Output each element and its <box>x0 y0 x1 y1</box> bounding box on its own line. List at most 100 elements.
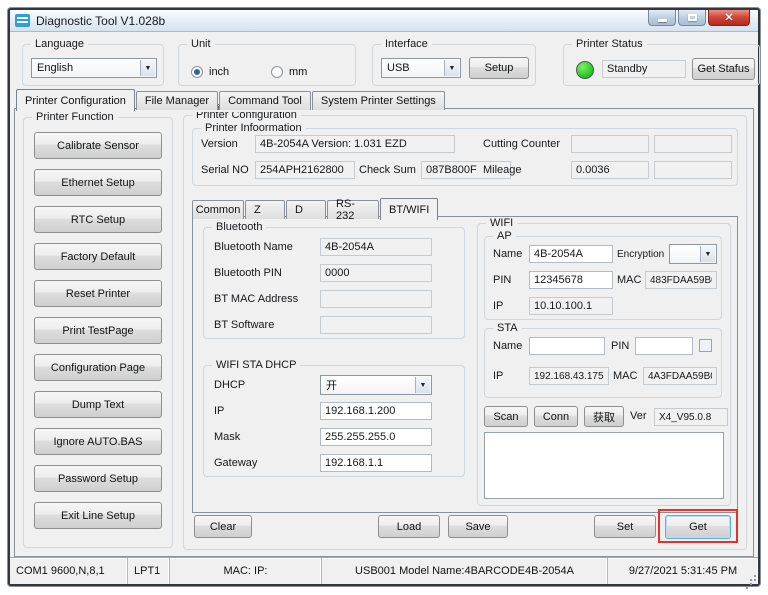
tab-file-manager[interactable]: File Manager <box>136 91 218 110</box>
dhcp-ip-label: IP <box>214 402 224 420</box>
bt-software-field[interactable] <box>320 316 432 334</box>
wifi-scan-list[interactable] <box>484 432 724 499</box>
sta-ip-field[interactable] <box>529 367 609 385</box>
close-icon: ✕ <box>724 11 733 25</box>
get-status-button[interactable]: Get Stafus <box>692 58 755 80</box>
print-testpage-button[interactable]: Print TestPage <box>34 317 162 344</box>
clear-button[interactable]: Clear <box>194 515 252 538</box>
tab-z[interactable]: Z <box>245 200 285 219</box>
calibrate-sensor-button[interactable]: Calibrate Sensor <box>34 132 162 159</box>
main-tab-strip: Printer Configuration File Manager Comma… <box>16 89 446 110</box>
encryption-select[interactable]: ▼ <box>669 244 717 264</box>
mileage-field-2[interactable] <box>654 161 732 179</box>
ap-mac-label: MAC <box>617 271 641 289</box>
close-button[interactable]: ✕ <box>708 10 750 26</box>
configuration-page-button[interactable]: Configuration Page <box>34 354 162 381</box>
obtain-button[interactable]: 获取 <box>584 406 624 427</box>
save-button[interactable]: Save <box>448 515 508 538</box>
status-led-icon <box>576 61 594 79</box>
sta-pin-field[interactable] <box>635 337 693 355</box>
tab-printer-configuration[interactable]: Printer Configuration <box>16 89 135 111</box>
bluetooth-group-label: Bluetooth <box>212 221 266 233</box>
bt-wifi-panel: Bluetooth Bluetooth Name Bluetooth PIN B… <box>192 216 738 513</box>
conn-button[interactable]: Conn <box>534 406 578 427</box>
tab-bt-wifi[interactable]: BT/WIFI <box>380 198 438 220</box>
printer-function-buttons: Calibrate Sensor Ethernet Setup RTC Setu… <box>34 132 162 541</box>
language-select[interactable]: English ▼ <box>31 58 157 78</box>
sta-pin-label: PIN <box>611 337 629 355</box>
mileage-label: Mileage <box>483 161 522 179</box>
password-setup-button[interactable]: Password Setup <box>34 465 162 492</box>
dhcp-select[interactable]: 开 ▼ <box>320 375 432 395</box>
bt-mac-address-field[interactable] <box>320 290 432 308</box>
language-value: English <box>37 62 73 74</box>
unit-inch-radio[interactable] <box>191 66 203 78</box>
load-button[interactable]: Load <box>378 515 440 538</box>
bluetooth-pin-label: Bluetooth PIN <box>214 264 282 282</box>
serial-no-field[interactable] <box>255 161 355 179</box>
dhcp-label: DHCP <box>214 376 245 394</box>
cutting-counter-field-2[interactable] <box>654 135 732 153</box>
sta-name-label: Name <box>493 337 522 355</box>
bluetooth-group: Bluetooth Bluetooth Name Bluetooth PIN B… <box>203 227 465 339</box>
tab-d[interactable]: D <box>286 200 326 219</box>
version-field[interactable] <box>255 135 455 153</box>
interface-select[interactable]: USB ▼ <box>381 58 461 78</box>
mask-label: Mask <box>214 428 240 446</box>
ap-mac-field[interactable] <box>645 271 717 289</box>
interface-value: USB <box>387 62 410 74</box>
cutting-counter-label: Cutting Counter <box>483 135 560 153</box>
ap-ip-field[interactable] <box>529 297 613 315</box>
tab-rs232[interactable]: RS-232 <box>327 200 379 219</box>
statusbar-mac-ip: MAC: IP: <box>170 558 322 584</box>
resize-grip-icon[interactable] <box>747 572 756 581</box>
gateway-field[interactable] <box>320 454 432 472</box>
mask-field[interactable] <box>320 428 432 446</box>
unit-mm-label: mm <box>289 63 307 81</box>
ignore-autobas-button[interactable]: Ignore AUTO.BAS <box>34 428 162 455</box>
sta-mac-label: MAC <box>613 367 637 385</box>
wifi-sta-dhcp-group: WIFI STA DHCP DHCP 开 ▼ IP Mask Gateway <box>203 365 465 477</box>
tab-common[interactable]: Common <box>192 200 244 219</box>
reset-printer-button[interactable]: Reset Printer <box>34 280 162 307</box>
setup-button[interactable]: Setup <box>469 57 529 79</box>
ap-pin-label: PIN <box>493 271 511 289</box>
statusbar-com-port: COM1 9600,N,8,1 <box>10 558 128 584</box>
wifi-sta-label: STA <box>493 322 522 334</box>
maximize-button[interactable] <box>678 10 706 26</box>
factory-default-button[interactable]: Factory Default <box>34 243 162 270</box>
sta-pin-checkbox[interactable] <box>699 339 712 352</box>
ap-name-field[interactable] <box>529 245 613 263</box>
sta-mac-field[interactable] <box>643 367 717 385</box>
exit-line-setup-button[interactable]: Exit Line Setup <box>34 502 162 529</box>
window-title: Diagnostic Tool V1.028b <box>36 14 165 28</box>
set-button[interactable]: Set <box>594 515 656 538</box>
mileage-field[interactable] <box>571 161 649 179</box>
top-controls: Language English ▼ Unit inch mm Interfac… <box>20 40 750 86</box>
bluetooth-name-field[interactable] <box>320 238 432 256</box>
interface-group: Interface USB ▼ Setup <box>372 44 536 86</box>
printer-function-label: Printer Function <box>32 111 118 123</box>
dump-text-button[interactable]: Dump Text <box>34 391 162 418</box>
unit-group-label: Unit <box>187 38 215 50</box>
title-bar[interactable]: Diagnostic Tool V1.028b ✕ <box>10 10 758 32</box>
get-button[interactable]: Get <box>665 515 731 539</box>
bluetooth-pin-field[interactable] <box>320 264 432 282</box>
scan-button[interactable]: Scan <box>484 406 528 427</box>
dhcp-ip-field[interactable] <box>320 402 432 420</box>
minimize-button[interactable] <box>648 10 676 26</box>
tab-command-tool[interactable]: Command Tool <box>219 91 311 110</box>
tab-system-printer-settings[interactable]: System Printer Settings <box>312 91 445 110</box>
ver-field[interactable] <box>654 408 728 426</box>
radio-dot-icon <box>194 69 200 75</box>
ap-pin-field[interactable] <box>529 271 613 289</box>
cutting-counter-field[interactable] <box>571 135 649 153</box>
printer-status-field[interactable] <box>602 60 686 78</box>
printer-information-group: Printer Infoormation Version Cutting Cou… <box>192 128 738 186</box>
unit-mm-radio[interactable] <box>271 66 283 78</box>
sta-name-field[interactable] <box>529 337 605 355</box>
wifi-group-label: WIFI <box>486 217 517 229</box>
rtc-setup-button[interactable]: RTC Setup <box>34 206 162 233</box>
ethernet-setup-button[interactable]: Ethernet Setup <box>34 169 162 196</box>
dhcp-value: 开 <box>326 377 337 393</box>
